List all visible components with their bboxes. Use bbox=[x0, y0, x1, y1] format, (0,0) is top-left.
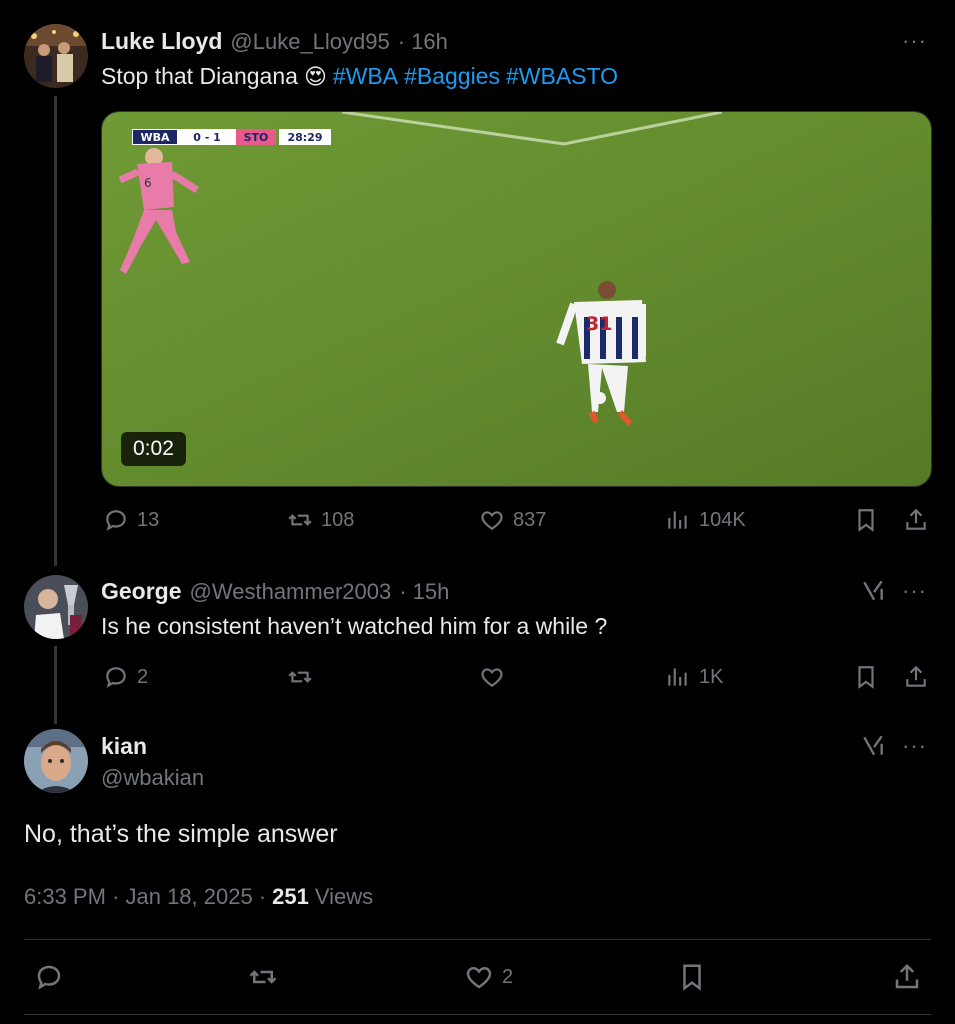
tweet2-repost-button[interactable] bbox=[287, 664, 313, 690]
scorebug: WBA 0 - 1 STO 28:29 bbox=[132, 129, 331, 145]
views-icon bbox=[668, 511, 687, 529]
avatar-luke-lloyd[interactable] bbox=[24, 24, 88, 88]
avatar-george[interactable] bbox=[24, 575, 88, 639]
heart-icon bbox=[466, 966, 492, 989]
tweet3-more-button[interactable]: ··· bbox=[902, 733, 927, 759]
tweet3-views-label: Views bbox=[314, 884, 374, 909]
tweet2-text: Is he consistent haven’t watched him for… bbox=[101, 613, 608, 639]
tweet1-time[interactable]: · 16h bbox=[398, 29, 448, 55]
tweet1-author-name[interactable]: Luke Lloyd bbox=[101, 28, 222, 55]
tweet3-author-name[interactable]: kian bbox=[101, 733, 147, 760]
tweet1-header: Luke Lloyd @Luke_Lloyd95 · 16h bbox=[101, 28, 448, 55]
thread-line-1 bbox=[54, 96, 57, 566]
tweet3-meta: 6:33 PM · Jan 18, 2025 · 251 Views bbox=[24, 884, 373, 910]
heart-icon bbox=[481, 668, 503, 687]
tweet2-reply-button[interactable]: 2 bbox=[103, 664, 148, 690]
tweet1-like-button[interactable]: 837 bbox=[479, 507, 546, 533]
avatar-kian[interactable] bbox=[24, 729, 88, 793]
share-icon bbox=[906, 665, 926, 687]
thread-line-2 bbox=[54, 646, 57, 724]
tweet2-views-button[interactable]: 1K bbox=[665, 664, 723, 690]
tweet3-text: No, that’s the simple answer bbox=[24, 820, 338, 848]
tweet1-author-handle[interactable]: @Luke_Lloyd95 bbox=[230, 29, 389, 55]
scorebug-away: STO bbox=[236, 129, 276, 145]
tweet3-bookmark-button[interactable] bbox=[677, 962, 707, 992]
tweet3-reply-button[interactable] bbox=[34, 962, 64, 992]
tweet2-view-count: 1K bbox=[699, 665, 724, 688]
grok-icon bbox=[863, 735, 883, 756]
scorebug-home: WBA bbox=[132, 129, 178, 145]
tweet3-timestamp[interactable]: 6:33 PM · Jan 18, 2025 · bbox=[24, 884, 266, 910]
tweet2-share-button[interactable] bbox=[903, 664, 929, 690]
tweet1-view-count: 104K bbox=[699, 508, 746, 531]
tweet1-reply-button[interactable]: 13 bbox=[103, 507, 159, 533]
repost-icon bbox=[288, 514, 312, 526]
tweet3-like-count: 2 bbox=[502, 965, 514, 988]
hashtag-baggies[interactable]: #Baggies bbox=[404, 63, 500, 90]
tweet1-text: Stop that Diangana bbox=[101, 63, 298, 89]
tweet1-share-button[interactable] bbox=[903, 507, 929, 533]
divider-bottom bbox=[24, 1014, 931, 1015]
tweet2-header: George @Westhammer2003 · 15h bbox=[101, 578, 449, 605]
share-icon bbox=[906, 508, 926, 530]
tweet1-bookmark-button[interactable] bbox=[853, 507, 879, 533]
tweet3-share-button[interactable] bbox=[892, 962, 922, 992]
player-number: 31 bbox=[586, 313, 612, 335]
video-frame: 6 31 bbox=[102, 112, 931, 486]
tweet2-bookmark-button[interactable] bbox=[853, 664, 879, 690]
tweet1-text-row: Stop that Diangana 😍 #WBA #Baggies #WBAS… bbox=[101, 63, 618, 90]
tweet1-repost-count: 108 bbox=[321, 508, 355, 531]
tweet1-repost-button[interactable]: 108 bbox=[287, 507, 354, 533]
share-icon bbox=[895, 963, 919, 989]
reply-icon bbox=[106, 510, 126, 531]
tweet3-grok-button[interactable] bbox=[860, 733, 886, 764]
svg-text:6: 6 bbox=[144, 176, 152, 190]
views-icon bbox=[668, 668, 687, 686]
hashtag-wba[interactable]: #WBA bbox=[333, 63, 398, 90]
reply-icon bbox=[106, 667, 126, 688]
tweet2-author-name[interactable]: George bbox=[101, 578, 182, 605]
repost-icon bbox=[288, 671, 312, 683]
grok-icon bbox=[863, 580, 883, 601]
repost-icon bbox=[249, 970, 277, 984]
tweet1-like-count: 837 bbox=[513, 508, 547, 531]
tweet3-repost-button[interactable] bbox=[248, 962, 278, 992]
reply-icon bbox=[37, 965, 61, 990]
tweet3-view-count: 251 bbox=[272, 884, 309, 909]
video-duration: 0:02 bbox=[121, 432, 186, 466]
bookmark-icon bbox=[858, 666, 874, 689]
tweet2-more-button[interactable]: ··· bbox=[902, 578, 927, 604]
scorebug-score: 0 - 1 bbox=[178, 129, 236, 145]
divider-top bbox=[24, 939, 931, 940]
scorebug-clock: 28:29 bbox=[279, 129, 331, 145]
bookmark-icon bbox=[858, 509, 874, 532]
tweet2-reply-count: 2 bbox=[137, 665, 149, 688]
tweet2-like-button[interactable] bbox=[479, 664, 505, 690]
tweet2-time[interactable]: · 15h bbox=[399, 579, 449, 605]
tweet3-author-handle[interactable]: @wbakian bbox=[101, 765, 204, 791]
tweet2-author-handle[interactable]: @Westhammer2003 bbox=[190, 579, 392, 605]
tweet2-grok-button[interactable] bbox=[860, 578, 886, 609]
heart-eyes-emoji: 😍 bbox=[303, 63, 327, 89]
heart-icon bbox=[481, 511, 503, 530]
tweet1-more-button[interactable]: ··· bbox=[902, 28, 927, 54]
tweet1-video[interactable]: 6 31 WBA 0 - 1 STO 28:29 0:02 bbox=[101, 111, 932, 487]
tweet1-reply-count: 13 bbox=[137, 508, 160, 531]
bookmark-icon bbox=[683, 964, 701, 991]
tweet3-like-button[interactable]: 2 bbox=[464, 962, 513, 992]
tweet1-views-button[interactable]: 104K bbox=[665, 507, 746, 533]
hashtag-wbasto[interactable]: #WBASTO bbox=[506, 63, 618, 90]
